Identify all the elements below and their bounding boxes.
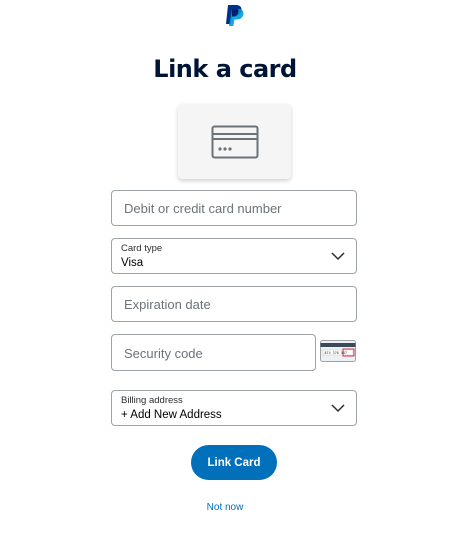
paypal-logo-icon: [226, 5, 244, 26]
chevron-down-icon: [331, 404, 345, 413]
chevron-down-icon: [331, 252, 345, 261]
card-illustration: [178, 104, 291, 179]
card-number-input[interactable]: Debit or credit card number: [111, 190, 357, 226]
billing-address-value: + Add New Address: [121, 409, 222, 421]
cvv-card-text: 874 376 587: [325, 351, 347, 355]
page-title: Link a card: [153, 55, 297, 83]
expiration-date-input[interactable]: Expiration date: [111, 286, 357, 322]
card-type-select[interactable]: Card type Visa: [111, 238, 357, 274]
credit-card-icon: [211, 125, 258, 158]
card-type-value: Visa: [121, 257, 144, 269]
security-code-input[interactable]: Security code: [111, 334, 316, 371]
card-back-cvv-icon[interactable]: 874 376 587: [320, 340, 356, 362]
card-type-label: Card type: [121, 243, 163, 254]
billing-address-label: Billing address: [121, 395, 183, 406]
card-number-placeholder: Debit or credit card number: [124, 201, 282, 216]
billing-address-select[interactable]: Billing address + Add New Address: [111, 390, 357, 426]
link-card-button[interactable]: Link Card: [191, 445, 277, 480]
expiration-date-placeholder: Expiration date: [124, 297, 211, 312]
not-now-link[interactable]: Not now: [0, 502, 450, 513]
security-code-placeholder: Security code: [124, 346, 203, 361]
